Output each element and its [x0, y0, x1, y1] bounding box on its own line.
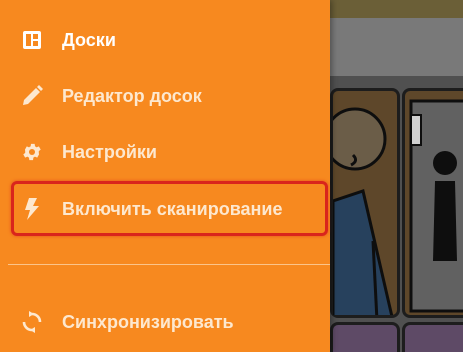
screen: Доски Редактор досок Настройки Включить …	[0, 0, 463, 352]
menu-item-label: Включить сканирование	[62, 198, 283, 219]
menu-divider	[8, 264, 330, 265]
menu-item-label: Редактор досок	[62, 85, 202, 106]
menu-item-label: Синхронизировать	[62, 311, 234, 332]
menu-item-label: Доски	[62, 29, 116, 50]
lightning-icon	[20, 197, 44, 221]
menu-item-enable-scanning[interactable]: Включить сканирование	[0, 181, 330, 237]
menu-item-boards[interactable]: Доски	[0, 12, 330, 68]
menu-item-sync[interactable]: Синхронизировать	[0, 294, 330, 350]
menu-item-settings[interactable]: Настройки	[0, 124, 330, 180]
navigation-drawer: Доски Редактор досок Настройки Включить …	[0, 0, 330, 352]
sync-icon	[20, 310, 44, 334]
gear-icon	[20, 140, 44, 164]
boards-icon	[20, 28, 44, 52]
menu-item-board-editor[interactable]: Редактор досок	[0, 68, 330, 124]
menu-item-label: Настройки	[62, 141, 157, 162]
pencil-icon	[20, 84, 44, 108]
